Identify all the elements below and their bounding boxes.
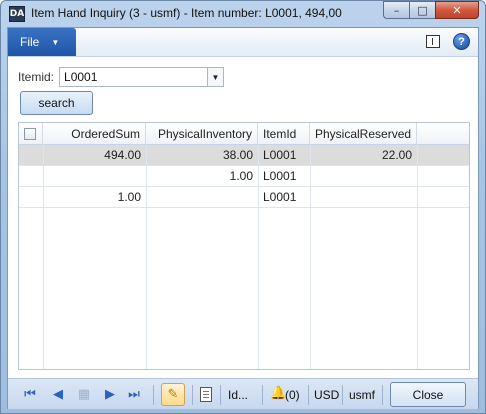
cell-physicalinventory: 38.00 <box>222 148 253 162</box>
cell-physicalinventory <box>146 187 258 208</box>
chevron-down-icon: ▼ <box>51 37 60 47</box>
menu-bar: File ▼ ? <box>8 28 478 57</box>
company-status[interactable]: usmf <box>349 388 375 402</box>
window-controls: – □ ✕ <box>383 1 479 19</box>
status-separator <box>153 385 154 405</box>
window-title: Item Hand Inquiry (3 - usmf) - Item numb… <box>31 6 342 20</box>
id-status[interactable]: Id... <box>228 388 248 402</box>
column-divider <box>146 145 147 369</box>
close-button[interactable]: Close <box>390 382 466 407</box>
column-header-itemid[interactable]: ItemId <box>258 123 310 145</box>
file-menu-label: File <box>20 35 40 49</box>
currency-status[interactable]: USD <box>314 388 339 402</box>
first-record-icon[interactable]: ⏮ <box>22 387 38 403</box>
table-row[interactable]: 1.00 L0001 <box>19 166 469 187</box>
status-separator <box>262 385 263 405</box>
dropdown-arrow-icon[interactable]: ▼ <box>207 68 224 86</box>
table-row[interactable]: 1.00 L0001 <box>19 187 469 208</box>
previous-record-icon[interactable]: ◀ <box>50 387 66 403</box>
status-separator <box>342 385 343 405</box>
itemid-input[interactable] <box>60 68 206 86</box>
cell-orderedsum: 494.00 <box>104 148 141 162</box>
next-record-icon[interactable]: ▶ <box>102 387 118 403</box>
itemid-filter: Itemid: ▼ <box>18 66 225 88</box>
client-area: File ▼ ? Itemid: ▼ search OrderedSum Phy… <box>7 27 479 409</box>
status-separator <box>220 385 221 405</box>
itemid-combobox[interactable]: ▼ <box>59 67 225 87</box>
help-icon[interactable]: ? <box>453 33 470 50</box>
panel-icon[interactable] <box>426 35 440 48</box>
table-row[interactable]: 494.00 38.00 L0001 22.00 <box>19 145 469 166</box>
close-icon[interactable]: ✕ <box>435 1 479 19</box>
cell-physicalreserved: 22.00 <box>381 148 412 162</box>
column-divider <box>43 145 44 369</box>
document-icon[interactable] <box>200 387 212 402</box>
cell-orderedsum <box>43 166 146 187</box>
file-menu-button[interactable]: File ▼ <box>8 28 76 56</box>
column-divider <box>258 145 259 369</box>
cell-itemid: L0001 <box>263 190 297 204</box>
cell-itemid: L0001 <box>263 148 297 162</box>
column-header-orderedsum[interactable]: OrderedSum <box>43 123 146 145</box>
column-header-physicalreserved[interactable]: PhysicalReserved <box>310 123 417 145</box>
grid-view-icon[interactable]: ▦ <box>76 387 92 403</box>
status-separator <box>308 385 309 405</box>
column-header-physicalinventory[interactable]: PhysicalInventory <box>146 123 258 145</box>
edit-pencil-icon[interactable]: ✎ <box>161 383 185 406</box>
last-record-icon[interactable]: ⏭ <box>126 387 142 403</box>
column-divider <box>310 145 311 369</box>
cell-physicalreserved <box>310 187 417 208</box>
status-bar: ⏮ ◀ ▦ ▶ ⏭ ✎ Id... 🔔 (0) USD usmf Close <box>8 378 478 409</box>
results-grid: OrderedSum PhysicalInventory ItemId Phys… <box>18 122 470 370</box>
header-select-cell <box>19 123 43 145</box>
bell-icon[interactable]: 🔔 <box>270 386 286 401</box>
cell-orderedsum: 1.00 <box>117 190 141 204</box>
cell-physicalreserved <box>310 166 417 187</box>
app-window: DA Item Hand Inquiry (3 - usmf) - Item n… <box>0 0 486 414</box>
grid-header: OrderedSum PhysicalInventory ItemId Phys… <box>19 123 469 145</box>
title-bar[interactable]: DA Item Hand Inquiry (3 - usmf) - Item n… <box>1 1 485 27</box>
app-icon: DA <box>9 6 25 22</box>
notification-count[interactable]: (0) <box>285 388 300 402</box>
status-separator <box>192 385 193 405</box>
search-button[interactable]: search <box>20 91 93 115</box>
cell-itemid: L0001 <box>263 169 297 183</box>
column-divider <box>417 145 418 369</box>
itemid-label: Itemid: <box>18 70 55 84</box>
cell-physicalinventory: 1.00 <box>229 169 253 183</box>
status-separator <box>382 385 383 405</box>
maximize-icon[interactable]: □ <box>409 1 435 19</box>
minimize-icon[interactable]: – <box>383 1 409 19</box>
